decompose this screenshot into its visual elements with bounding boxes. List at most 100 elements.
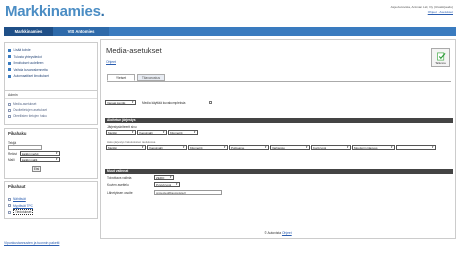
fields-select[interactable]: Vapaat kentät ▼ [105, 100, 136, 105]
media-image-label: Media käyttää kuvakompleksia [142, 101, 186, 105]
chevron-down-icon: ▼ [182, 146, 185, 149]
save-button[interactable]: Tallenna [431, 48, 450, 67]
sidebar-item-auto[interactable]: Automaattiset ilmoitukset [5, 73, 97, 80]
bullet-icon [8, 74, 11, 78]
chevron-down-icon: ▼ [346, 146, 349, 149]
content-panel: Media-asetukset Ohjeet Tallenna Yleiset … [100, 39, 456, 239]
pick-label: Nähtävät [13, 197, 26, 202]
chevron-down-icon: ▼ [55, 152, 58, 155]
select-value: Vapaat kentät [107, 101, 126, 105]
pick-label: Tiedotukset [13, 209, 34, 216]
select-value: Kilometrit [190, 146, 203, 150]
order-sub-label: Järjestyskriteerit sivu [107, 125, 137, 129]
make-select[interactable]: kaikki merkit ▼ [20, 151, 60, 156]
menu-label: Ilmoitukset uudelleen [13, 61, 44, 66]
chevron-down-icon: ▼ [55, 158, 58, 161]
menu-label: Lisää kohde [13, 48, 31, 53]
order-select-2[interactable]: Vuosimalli ▼ [137, 130, 167, 135]
select-value: kaikki merkit [22, 152, 39, 156]
pick-item-notices[interactable]: Tiedotukset [5, 209, 97, 216]
search-button[interactable]: Etsi [32, 166, 41, 172]
section-order-header: Aloitetun järjestys [105, 118, 453, 123]
result-order-select-1[interactable]: Merkki ▼ [106, 145, 146, 150]
admin-label: Osoitetietojen asetukset [13, 108, 48, 112]
select-value: Moottorin tilavuus [354, 146, 378, 150]
chevron-down-icon: ▼ [193, 131, 196, 134]
tab-equipment[interactable]: Tilavarustus [137, 74, 165, 81]
admin-item-search[interactable]: Oleellisten tietojen haku [5, 113, 97, 119]
image-layout-select[interactable]: Pystytyyppi ▼ [154, 182, 180, 187]
chevron-down-icon: ▼ [131, 101, 134, 104]
model-select[interactable]: kaikki mallit ▼ [20, 157, 60, 162]
checkbox-icon[interactable] [8, 210, 11, 214]
chevron-down-icon: ▼ [141, 146, 144, 149]
checkbox-icon[interactable] [8, 197, 11, 201]
result-order-select-4[interactable]: Polttoaine ▼ [229, 145, 269, 150]
result-order-select-7[interactable]: Moottorin tilavuus ▼ [352, 145, 395, 150]
row-label: Kuvien asettelu [107, 183, 129, 187]
result-order-select-3[interactable]: Kilometrit ▼ [188, 145, 228, 150]
order-select-1[interactable]: Merkki ▼ [106, 130, 136, 135]
field-label: Rekist [8, 152, 17, 156]
result-order-select-2[interactable]: Vuosimalli ▼ [147, 145, 187, 150]
select-value: Korityyppi [313, 146, 327, 150]
quick-search-title: Pikahaku [8, 131, 27, 136]
section-other-header: Muut valinnat [105, 169, 453, 174]
menu-label: Tulosta yhteystiedot [13, 54, 42, 59]
chevron-down-icon: ▼ [431, 146, 434, 149]
select-value: Merkki [108, 131, 117, 135]
page-title: Media-asetukset [106, 46, 162, 55]
tab-divider [107, 81, 451, 82]
select-value: kaikki mallit [22, 158, 38, 162]
row-label: Toivottava valinta [107, 176, 132, 180]
admin-label: Oleellisten tietojen haku [13, 114, 47, 118]
chevron-down-icon: ▼ [162, 131, 165, 134]
order-select-3[interactable]: Kilometrit ▼ [168, 130, 198, 135]
menu-label: Vaihda kuvanrakennetta [13, 67, 48, 72]
footer: © Autovista Ohjeet [101, 231, 455, 235]
chevron-down-icon: ▼ [175, 183, 178, 186]
logo[interactable]: Markkinamies. [5, 3, 105, 20]
quick-picks-title: Pikahaut [8, 184, 26, 189]
top-user-links: Asja Autovista, Antman Ltd, Oy (Uloskirj… [391, 5, 453, 14]
footer-link[interactable]: Ohjeet [282, 231, 292, 235]
select-value: Kilometrit [170, 131, 183, 135]
save-label: Tallenna [435, 60, 446, 65]
select-value: Merkki [108, 146, 117, 150]
result-order-select-6[interactable]: Korityyppi ▼ [311, 145, 351, 150]
send-address-input[interactable]: protected@autovista.fi [154, 190, 222, 195]
help-link[interactable]: Ohjeet [106, 60, 116, 64]
preferred-select[interactable]: ZERO ▼ [154, 175, 174, 180]
media-image-checkbox[interactable] [209, 101, 212, 104]
bottom-link[interactable]: Vipunkustannusten ja tuonnin paketti [4, 241, 59, 245]
chevron-down-icon: ▼ [305, 146, 308, 149]
user-line[interactable]: Asja Autovista, Antman Ltd, Oy (Uloskirj… [391, 5, 453, 10]
nav-tab-vis-antomies[interactable]: VIS Antomies [53, 27, 109, 36]
chevron-down-icon: ▼ [169, 176, 172, 179]
main-navbar: Markkinamies VIS Antomies [4, 27, 456, 36]
chevron-down-icon: ▼ [390, 146, 393, 149]
chevron-down-icon: ▼ [264, 146, 267, 149]
footer-text: © Autovista [264, 231, 282, 235]
result-order-select-5[interactable]: Vaihteisto ▼ [270, 145, 310, 150]
chevron-down-icon: ▼ [131, 131, 134, 134]
admin-title: Admin [5, 91, 97, 99]
result-order-select-8[interactable]: ▼ [396, 145, 436, 150]
nav-tab-markkinamies[interactable]: Markkinamies [4, 27, 53, 36]
select-value: ZERO [156, 176, 165, 180]
quick-search-input[interactable] [8, 145, 42, 150]
pick-label: Myytävät TPC [13, 203, 33, 208]
select-value: Vuosimalli [139, 131, 153, 135]
sidebar-menu: Lisää kohde Tulosta yhteystiedot Ilmoitu… [4, 42, 98, 91]
settings-links[interactable]: Ohjeet · Asetukset [391, 10, 453, 15]
bullet-icon [8, 55, 11, 59]
select-value: Pystytyyppi [156, 183, 172, 187]
checkbox-icon[interactable] [8, 204, 11, 208]
item-icon [8, 108, 11, 112]
tab-general[interactable]: Yleiset [107, 74, 135, 81]
order-sub2-label: Haku järjestys hakutulosten taulukossa [107, 140, 156, 144]
admin-label: Media-asetukset [13, 102, 37, 106]
save-icon [437, 52, 446, 60]
select-value: Vuosimalli [149, 146, 163, 150]
bullet-icon [8, 61, 11, 65]
